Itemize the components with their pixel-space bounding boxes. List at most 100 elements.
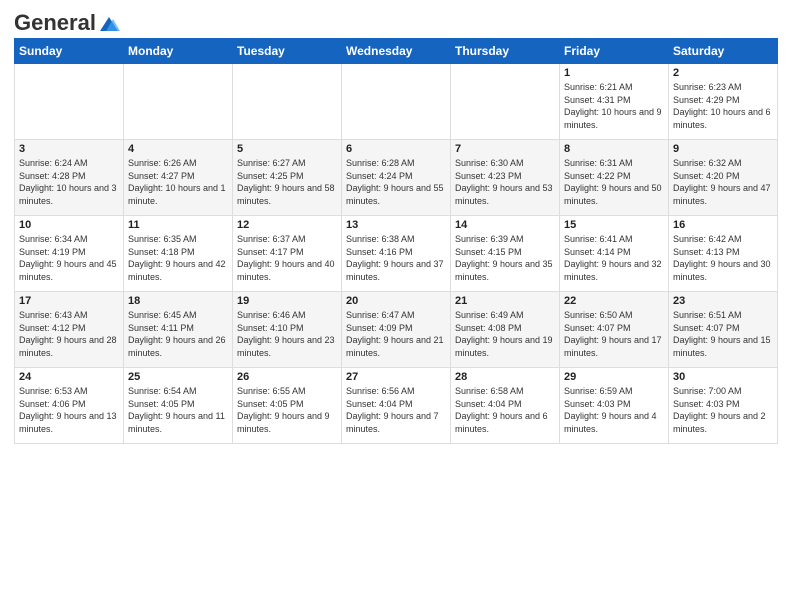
day-info: Sunrise: 6:50 AM Sunset: 4:07 PM Dayligh…: [564, 309, 664, 359]
logo-general: General: [14, 10, 96, 36]
calendar-cell: 18 Sunrise: 6:45 AM Sunset: 4:11 PM Dayli…: [124, 292, 233, 368]
day-info: Sunrise: 6:56 AM Sunset: 4:04 PM Dayligh…: [346, 385, 446, 435]
calendar-cell: 24 Sunrise: 6:53 AM Sunset: 4:06 PM Dayli…: [15, 368, 124, 444]
day-number: 26: [237, 371, 337, 383]
day-number: 11: [128, 219, 228, 231]
day-info: Sunrise: 6:49 AM Sunset: 4:08 PM Dayligh…: [455, 309, 555, 359]
calendar-cell: 20 Sunrise: 6:47 AM Sunset: 4:09 PM Dayli…: [342, 292, 451, 368]
day-number: 12: [237, 219, 337, 231]
calendar-cell: [451, 64, 560, 140]
day-number: 21: [455, 295, 555, 307]
calendar-cell: 28 Sunrise: 6:58 AM Sunset: 4:04 PM Dayli…: [451, 368, 560, 444]
calendar-cell: 22 Sunrise: 6:50 AM Sunset: 4:07 PM Dayli…: [560, 292, 669, 368]
day-info: Sunrise: 6:43 AM Sunset: 4:12 PM Dayligh…: [19, 309, 119, 359]
calendar-cell: [124, 64, 233, 140]
calendar-cell: 19Sunrise: 6:46 AM Sunset: 4:10 PM Dayli…: [233, 292, 342, 368]
calendar-cell: 9Sunrise: 6:32 AM Sunset: 4:20 PM Daylig…: [669, 140, 778, 216]
calendar-cell: 14 Sunrise: 6:39 AM Sunset: 4:15 PM Dayli…: [451, 216, 560, 292]
day-number: 20: [346, 295, 446, 307]
calendar-cell: 5 Sunrise: 6:27 AM Sunset: 4:25 PM Daylig…: [233, 140, 342, 216]
logo-icon: [98, 15, 120, 33]
day-number: 19: [237, 295, 337, 307]
day-number: 25: [128, 371, 228, 383]
day-number: 8: [564, 143, 664, 155]
calendar-cell: 29 Sunrise: 6:59 AM Sunset: 4:03 PM Dayli…: [560, 368, 669, 444]
weekday-header-sunday: Sunday: [15, 39, 124, 64]
day-info: Sunrise: 6:32 AM Sunset: 4:20 PM Dayligh…: [673, 157, 773, 207]
day-info: Sunrise: 6:53 AM Sunset: 4:06 PM Dayligh…: [19, 385, 119, 435]
calendar-cell: 27Sunrise: 6:56 AM Sunset: 4:04 PM Dayli…: [342, 368, 451, 444]
calendar-cell: 1Sunrise: 6:21 AM Sunset: 4:31 PM Daylig…: [560, 64, 669, 140]
day-number: 6: [346, 143, 446, 155]
week-row-2: 3Sunrise: 6:24 AM Sunset: 4:28 PM Daylig…: [15, 140, 778, 216]
day-number: 29: [564, 371, 664, 383]
day-info: Sunrise: 6:39 AM Sunset: 4:15 PM Dayligh…: [455, 233, 555, 283]
day-info: Sunrise: 6:35 AM Sunset: 4:18 PM Dayligh…: [128, 233, 228, 283]
day-info: Sunrise: 6:45 AM Sunset: 4:11 PM Dayligh…: [128, 309, 228, 359]
day-number: 22: [564, 295, 664, 307]
day-info: Sunrise: 6:54 AM Sunset: 4:05 PM Dayligh…: [128, 385, 228, 435]
weekday-header-tuesday: Tuesday: [233, 39, 342, 64]
calendar-cell: 3Sunrise: 6:24 AM Sunset: 4:28 PM Daylig…: [15, 140, 124, 216]
day-info: Sunrise: 6:28 AM Sunset: 4:24 PM Dayligh…: [346, 157, 446, 207]
calendar-cell: 7 Sunrise: 6:30 AM Sunset: 4:23 PM Daylig…: [451, 140, 560, 216]
calendar-cell: 6 Sunrise: 6:28 AM Sunset: 4:24 PM Daylig…: [342, 140, 451, 216]
day-number: 14: [455, 219, 555, 231]
calendar-cell: [233, 64, 342, 140]
day-info: Sunrise: 6:37 AM Sunset: 4:17 PM Dayligh…: [237, 233, 337, 283]
day-info: Sunrise: 6:27 AM Sunset: 4:25 PM Dayligh…: [237, 157, 337, 207]
day-number: 4: [128, 143, 228, 155]
day-number: 24: [19, 371, 119, 383]
calendar-cell: 21 Sunrise: 6:49 AM Sunset: 4:08 PM Dayli…: [451, 292, 560, 368]
day-number: 2: [673, 67, 773, 79]
day-number: 3: [19, 143, 119, 155]
day-number: 23: [673, 295, 773, 307]
day-info: Sunrise: 6:26 AM Sunset: 4:27 PM Dayligh…: [128, 157, 228, 207]
day-number: 1: [564, 67, 664, 79]
calendar-cell: 10Sunrise: 6:34 AM Sunset: 4:19 PM Dayli…: [15, 216, 124, 292]
day-info: Sunrise: 6:41 AM Sunset: 4:14 PM Dayligh…: [564, 233, 664, 283]
calendar-cell: 15 Sunrise: 6:41 AM Sunset: 4:14 PM Dayli…: [560, 216, 669, 292]
weekday-header-friday: Friday: [560, 39, 669, 64]
weekday-header-monday: Monday: [124, 39, 233, 64]
calendar-cell: 23 Sunrise: 6:51 AM Sunset: 4:07 PM Dayli…: [669, 292, 778, 368]
week-row-3: 10Sunrise: 6:34 AM Sunset: 4:19 PM Dayli…: [15, 216, 778, 292]
day-info: Sunrise: 6:59 AM Sunset: 4:03 PM Dayligh…: [564, 385, 664, 435]
day-info: Sunrise: 6:38 AM Sunset: 4:16 PM Dayligh…: [346, 233, 446, 283]
day-number: 15: [564, 219, 664, 231]
week-row-1: 1Sunrise: 6:21 AM Sunset: 4:31 PM Daylig…: [15, 64, 778, 140]
day-info: Sunrise: 6:58 AM Sunset: 4:04 PM Dayligh…: [455, 385, 555, 435]
day-info: Sunrise: 6:31 AM Sunset: 4:22 PM Dayligh…: [564, 157, 664, 207]
calendar-cell: 16Sunrise: 6:42 AM Sunset: 4:13 PM Dayli…: [669, 216, 778, 292]
weekday-header-wednesday: Wednesday: [342, 39, 451, 64]
calendar-cell: 12 Sunrise: 6:37 AM Sunset: 4:17 PM Dayli…: [233, 216, 342, 292]
day-info: Sunrise: 6:47 AM Sunset: 4:09 PM Dayligh…: [346, 309, 446, 359]
calendar-cell: 2 Sunrise: 6:23 AM Sunset: 4:29 PM Daylig…: [669, 64, 778, 140]
calendar-cell: 17 Sunrise: 6:43 AM Sunset: 4:12 PM Dayli…: [15, 292, 124, 368]
day-info: Sunrise: 6:30 AM Sunset: 4:23 PM Dayligh…: [455, 157, 555, 207]
week-row-5: 24 Sunrise: 6:53 AM Sunset: 4:06 PM Dayli…: [15, 368, 778, 444]
day-number: 18: [128, 295, 228, 307]
day-number: 5: [237, 143, 337, 155]
weekday-header-row: SundayMondayTuesdayWednesdayThursdayFrid…: [15, 39, 778, 64]
logo: General: [14, 10, 120, 32]
calendar-cell: 30Sunrise: 7:00 AM Sunset: 4:03 PM Dayli…: [669, 368, 778, 444]
calendar-cell: 13 Sunrise: 6:38 AM Sunset: 4:16 PM Dayli…: [342, 216, 451, 292]
weekday-header-saturday: Saturday: [669, 39, 778, 64]
calendar-table: SundayMondayTuesdayWednesdayThursdayFrid…: [14, 38, 778, 444]
day-info: Sunrise: 6:34 AM Sunset: 4:19 PM Dayligh…: [19, 233, 119, 283]
day-number: 28: [455, 371, 555, 383]
day-number: 13: [346, 219, 446, 231]
day-number: 16: [673, 219, 773, 231]
calendar-cell: 11 Sunrise: 6:35 AM Sunset: 4:18 PM Dayli…: [124, 216, 233, 292]
week-row-4: 17 Sunrise: 6:43 AM Sunset: 4:12 PM Dayli…: [15, 292, 778, 368]
day-info: Sunrise: 6:55 AM Sunset: 4:05 PM Dayligh…: [237, 385, 337, 435]
day-info: Sunrise: 6:51 AM Sunset: 4:07 PM Dayligh…: [673, 309, 773, 359]
day-info: Sunrise: 6:23 AM Sunset: 4:29 PM Dayligh…: [673, 81, 773, 131]
calendar-cell: [15, 64, 124, 140]
calendar-cell: 4 Sunrise: 6:26 AM Sunset: 4:27 PM Daylig…: [124, 140, 233, 216]
day-number: 7: [455, 143, 555, 155]
calendar-cell: 25 Sunrise: 6:54 AM Sunset: 4:05 PM Dayli…: [124, 368, 233, 444]
calendar-cell: 8 Sunrise: 6:31 AM Sunset: 4:22 PM Daylig…: [560, 140, 669, 216]
day-number: 17: [19, 295, 119, 307]
